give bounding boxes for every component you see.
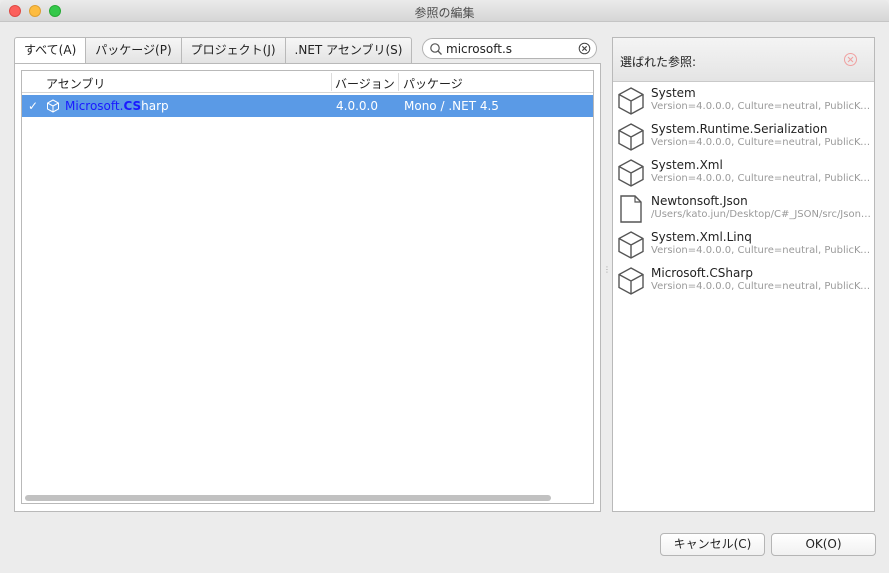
table-header: アセンブリ バージョン パッケージ [22,71,593,93]
assembly-table: アセンブリ バージョン パッケージ ✓ Microsoft.CSharp 4.0… [21,70,594,504]
selected-references-pane: 選ばれた参照: System Version=4.0.0.0, Culture=… [612,37,875,512]
tab-content: アセンブリ バージョン パッケージ ✓ Microsoft.CSharp 4.0… [14,63,601,512]
reference-name: Newtonsoft.Json [651,194,748,208]
titlebar: 参照の編集 [0,0,889,22]
remove-reference-icon[interactable] [843,52,858,67]
reference-item[interactable]: Newtonsoft.Json /Users/kato.jun/Desktop/… [613,191,874,227]
reference-item[interactable]: System Version=4.0.0.0, Culture=neutral,… [613,83,874,119]
reference-item[interactable]: Microsoft.CSharp Version=4.0.0.0, Cultur… [613,263,874,299]
reference-item[interactable]: System.Xml Version=4.0.0.0, Culture=neut… [613,155,874,191]
pane-splitter-handle[interactable]: ⋮ [603,266,611,280]
assembly-icon [618,159,644,187]
reference-detail: Version=4.0.0.0, Culture=neutral, Public… [651,137,871,148]
assembly-icon [618,267,644,295]
table-row[interactable]: ✓ Microsoft.CSharp 4.0.0.0 Mono / .NET 4… [22,95,593,117]
search-input[interactable]: microsoft.s [446,42,512,56]
assembly-browser: すべて(A) パッケージ(P) プロジェクト(J) .NET アセンブリ(S) … [14,37,601,512]
ok-button[interactable]: OK(O) [771,533,876,556]
reference-detail: Version=4.0.0.0, Culture=neutral, Public… [651,281,871,292]
column-version[interactable]: バージョン [335,75,395,92]
tab-all[interactable]: すべて(A) [14,37,87,64]
file-icon [620,195,642,223]
column-divider[interactable] [331,73,332,91]
reference-detail: Version=4.0.0.0, Culture=neutral, Public… [651,245,871,256]
reference-detail: Version=4.0.0.0, Culture=neutral, Public… [651,173,871,184]
reference-item[interactable]: System.Runtime.Serialization Version=4.0… [613,119,874,155]
row-checkbox[interactable]: ✓ [28,99,38,113]
window-title: 参照の編集 [414,6,475,20]
assembly-version: 4.0.0.0 [336,99,378,113]
clear-search-icon[interactable] [578,42,591,55]
selected-references-title: 選ばれた参照: [620,55,697,69]
column-package[interactable]: パッケージ [403,75,463,92]
assembly-icon [618,87,644,115]
source-tabs: すべて(A) パッケージ(P) プロジェクト(J) .NET アセンブリ(S) [14,37,413,64]
assembly-package: Mono / .NET 4.5 [404,99,499,113]
horizontal-scrollbar[interactable] [25,495,551,501]
tab-net-assemblies[interactable]: .NET アセンブリ(S) [285,37,413,64]
assembly-icon [618,231,644,259]
reference-name: System [651,86,696,100]
reference-item[interactable]: System.Xml.Linq Version=4.0.0.0, Culture… [613,227,874,263]
reference-name: System.Runtime.Serialization [651,122,828,136]
reference-detail: Version=4.0.0.0, Culture=neutral, Public… [651,101,871,112]
cancel-button[interactable]: キャンセル(C) [660,533,765,556]
search-icon [430,43,442,55]
column-assembly[interactable]: アセンブリ [46,75,105,92]
column-divider[interactable] [398,73,399,91]
reference-detail: /Users/kato.jun/Desktop/C#_JSON/src/Json… [651,209,871,220]
reference-name: Microsoft.CSharp [651,266,753,280]
assembly-icon [47,99,59,113]
assembly-icon [618,123,644,151]
assembly-name: Microsoft.CSharp [65,99,169,113]
search-field[interactable]: microsoft.s [422,38,597,59]
tab-packages[interactable]: パッケージ(P) [86,37,182,64]
reference-name: System.Xml [651,158,723,172]
selected-references-header: 選ばれた参照: [613,38,874,82]
reference-name: System.Xml.Linq [651,230,752,244]
tab-projects[interactable]: プロジェクト(J) [181,37,286,64]
edit-references-window: 参照の編集 すべて(A) パッケージ(P) プロジェクト(J) .NET アセン… [0,0,889,573]
